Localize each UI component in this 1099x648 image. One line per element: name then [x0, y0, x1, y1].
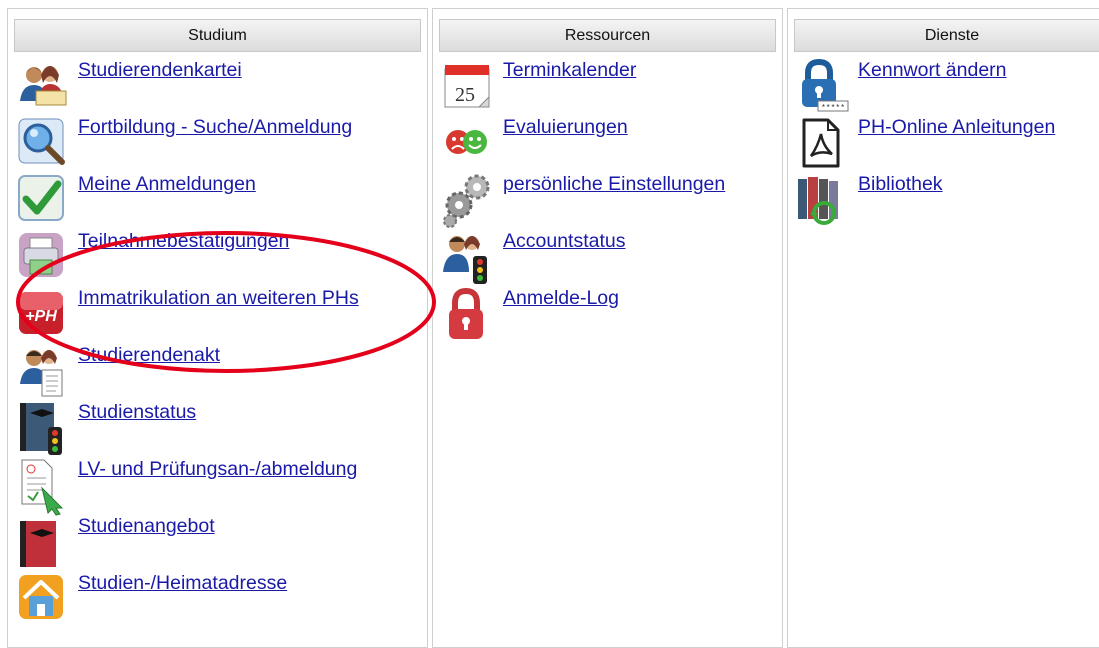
home-icon — [19, 575, 63, 619]
gears-icon — [443, 174, 490, 228]
menu-link-terminkalender[interactable]: Terminkalender — [503, 59, 636, 82]
menu-link-teilnahmebestaetigungen[interactable]: Teilnahmebestätigungen — [78, 230, 289, 253]
menu-link-fortbildung[interactable]: Fortbildung - Suche/Anmeldung — [78, 116, 352, 139]
magnifier-icon — [18, 118, 65, 165]
smileys-icon — [446, 130, 487, 154]
menu-link-studienstatus[interactable]: Studienstatus — [78, 401, 196, 424]
password-lock-icon: ***** — [802, 58, 849, 113]
menu-link-anleitungen[interactable]: PH-Online Anleitungen — [858, 116, 1055, 139]
student-file-icon — [20, 350, 63, 397]
menu-link-kennwort[interactable]: Kennwort ändern — [858, 59, 1007, 82]
checkmark-icon — [18, 175, 64, 221]
menu-link-heimatadresse[interactable]: Studien-/Heimatadresse — [78, 572, 287, 595]
menu-link-meine-anmeldungen[interactable]: Meine Anmeldungen — [78, 173, 256, 196]
printer-icon — [19, 233, 63, 277]
column-studium: Studium Studierendenkartei Fortbildung -… — [7, 8, 428, 648]
plus-ph-icon: +PH — [19, 292, 63, 334]
menu-link-studierendenakt[interactable]: Studierendenakt — [78, 344, 220, 367]
calendar-icon: 25 — [444, 65, 490, 108]
menu-link-immatrikulation[interactable]: Immatrikulation an weiteren PHs — [78, 287, 359, 310]
column-header-dienste: Dienste — [794, 19, 1099, 52]
book-traffic-light-icon — [20, 403, 62, 455]
column-ressourcen: Ressourcen 25 Terminkalender Evaluierung… — [432, 8, 783, 648]
menu-link-einstellungen[interactable]: persönliche Einstellungen — [503, 173, 725, 196]
svg-text:+PH: +PH — [25, 308, 57, 325]
account-status-icon — [443, 236, 487, 284]
menu-link-studierendenkartei[interactable]: Studierendenkartei — [78, 59, 242, 82]
menu-link-lv-pruefung[interactable]: LV- und Prüfungsan-/abmeldung — [78, 458, 357, 481]
menu-link-accountstatus[interactable]: Accountstatus — [503, 230, 625, 253]
students-icon — [20, 66, 67, 106]
password-mask: ***** — [821, 104, 845, 113]
menu-link-evaluierungen[interactable]: Evaluierungen — [503, 116, 628, 139]
menu-link-anmelde-log[interactable]: Anmelde-Log — [503, 287, 619, 310]
red-book-icon — [20, 521, 56, 567]
padlock-icon — [449, 287, 483, 339]
library-icon — [798, 177, 838, 225]
menu-link-bibliothek[interactable]: Bibliothek — [858, 173, 943, 196]
column-dienste: Dienste ***** Kennwort ändern PH-Online … — [787, 8, 1099, 648]
menu-link-studienangebot[interactable]: Studienangebot — [78, 515, 215, 538]
column-header-ressourcen: Ressourcen — [439, 19, 776, 52]
column-header-studium: Studium — [14, 19, 421, 52]
pdf-icon — [802, 118, 840, 168]
calendar-day: 25 — [455, 84, 475, 106]
exam-registration-icon — [21, 459, 64, 516]
